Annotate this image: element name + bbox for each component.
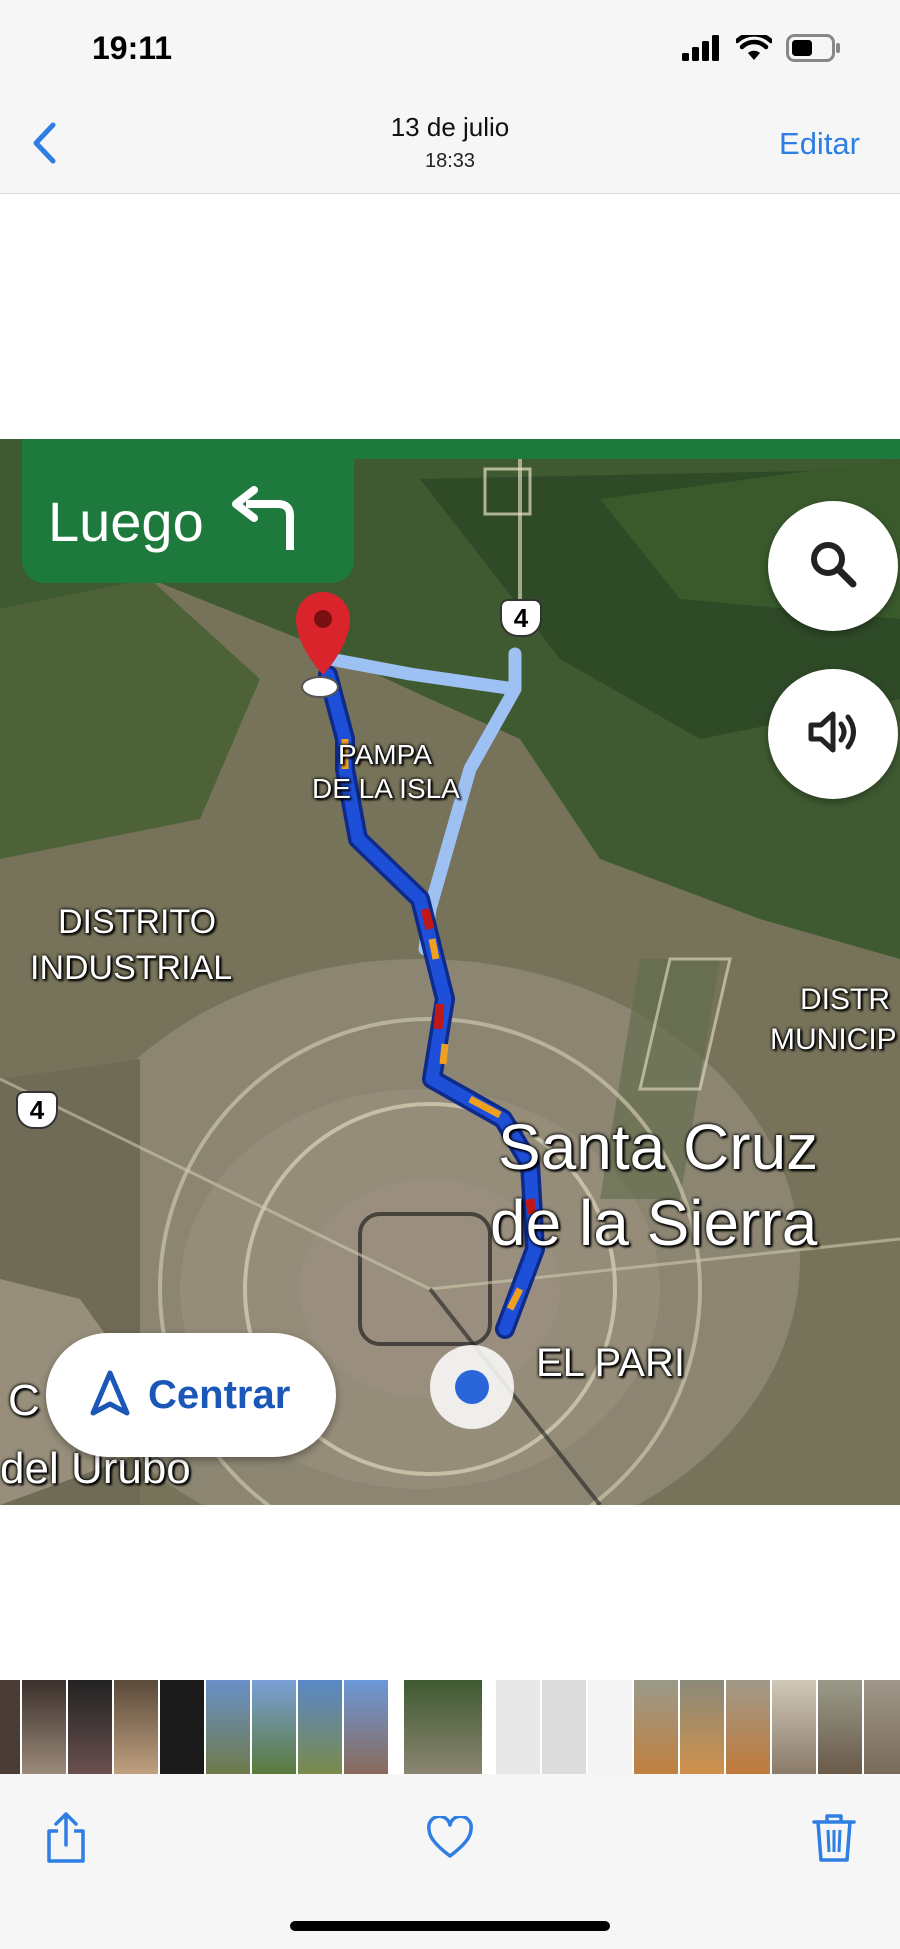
city-label: Santa Cruz (498, 1111, 819, 1183)
thumbnail[interactable] (22, 1680, 66, 1774)
navigation-arrow-icon (90, 1370, 130, 1421)
bottom-toolbar (0, 1774, 900, 1949)
banner-strip (22, 439, 900, 459)
thumbnail[interactable] (726, 1680, 770, 1774)
map-screenshot: Luego 4 4 PAMPA DE LA ISLA DISTRITO INDU… (0, 439, 900, 1505)
status-bar: 19:11 (0, 0, 900, 98)
map-label: INDUSTRIAL (30, 949, 233, 987)
thumbnail[interactable] (818, 1680, 862, 1774)
wifi-icon (734, 31, 774, 66)
share-button[interactable] (36, 1810, 96, 1870)
thumbnail[interactable] (160, 1680, 204, 1774)
route-shield: 4 (16, 1091, 58, 1129)
thumbnail[interactable] (542, 1680, 586, 1774)
thumbnail[interactable] (864, 1680, 900, 1774)
map-sound-button[interactable] (768, 669, 898, 799)
route-shield: 4 (500, 599, 542, 637)
map-label: DISTRITO (58, 903, 217, 941)
recenter-button[interactable]: Centrar (46, 1333, 336, 1457)
home-indicator (290, 1921, 610, 1931)
thumbnail[interactable] (68, 1680, 112, 1774)
map-search-button[interactable] (768, 501, 898, 631)
recenter-label: Centrar (148, 1372, 291, 1417)
favorite-button[interactable] (420, 1810, 480, 1870)
thumbnail-strip[interactable] (0, 1680, 900, 1774)
thumbnail[interactable] (496, 1680, 540, 1774)
share-icon (44, 1811, 88, 1870)
map-label: DE LA ISLA (312, 773, 460, 804)
turn-left-arrow-icon (228, 485, 302, 557)
thumbnail[interactable] (344, 1680, 388, 1774)
thumbnail[interactable] (0, 1680, 20, 1774)
map-label: PAMPA (338, 739, 432, 770)
battery-icon (786, 33, 842, 67)
thumbnail[interactable] (298, 1680, 342, 1774)
nav-subtitle: 18:33 (424, 150, 476, 172)
map-label: C (8, 1376, 40, 1425)
status-icons (682, 31, 842, 67)
photo-viewer[interactable]: Luego 4 4 PAMPA DE LA ISLA DISTRITO INDU… (0, 195, 900, 1680)
delete-button[interactable] (804, 1810, 864, 1870)
nav-header: 13 de julio 18:33 Editar (0, 98, 900, 194)
signal-icon (682, 34, 722, 66)
maneuver-banner: Luego (22, 459, 354, 583)
trash-icon (812, 1812, 856, 1869)
thumbnail[interactable] (772, 1680, 816, 1774)
thumbnail-selected[interactable] (404, 1680, 482, 1774)
nav-title: 13 de julio (390, 112, 510, 142)
thumbnail[interactable] (114, 1680, 158, 1774)
thumbnail[interactable] (252, 1680, 296, 1774)
speaker-icon (805, 706, 861, 763)
city-label: de la Sierra (490, 1187, 818, 1259)
status-time: 19:11 (92, 30, 173, 66)
thumbnail[interactable] (680, 1680, 724, 1774)
map-label: MUNICIP (770, 1023, 897, 1056)
thumbnail[interactable] (206, 1680, 250, 1774)
map-label: DISTR (800, 983, 890, 1016)
thumbnail[interactable] (634, 1680, 678, 1774)
maneuver-text: Luego (48, 489, 204, 553)
heart-icon (426, 1814, 474, 1865)
thumbnail[interactable] (588, 1680, 632, 1774)
edit-button[interactable]: Editar (779, 126, 860, 162)
search-icon (807, 538, 859, 595)
map-label: EL PARI (536, 1341, 685, 1385)
